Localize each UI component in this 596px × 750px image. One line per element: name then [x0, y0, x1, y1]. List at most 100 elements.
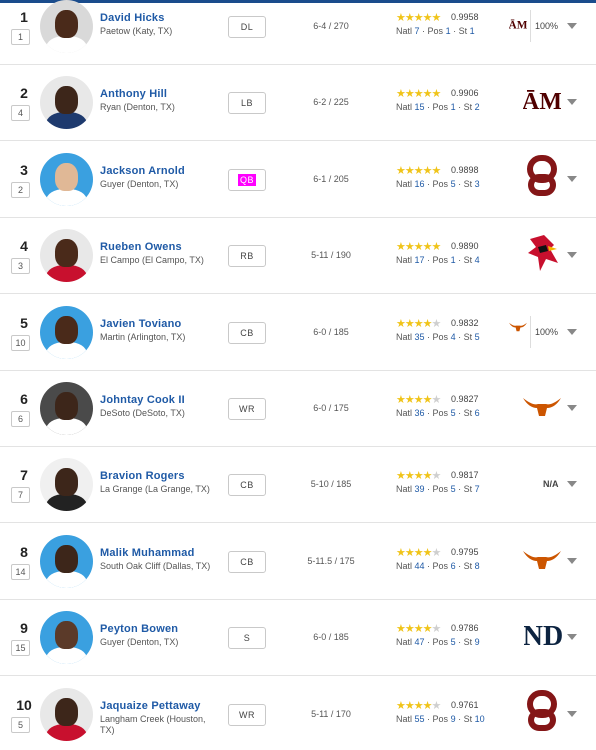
- chevron-down-icon[interactable]: [567, 176, 577, 182]
- ranking-row[interactable]: 1 1 David Hicks Paetow (Katy, TX) DL 6-4 / 27…: [0, 0, 596, 65]
- pos-rank[interactable]: 6: [451, 561, 456, 571]
- pos-rank[interactable]: 9: [451, 714, 456, 724]
- chevron-down-icon[interactable]: [567, 405, 577, 411]
- position-badge[interactable]: WR: [228, 398, 266, 420]
- state-rank[interactable]: 9: [475, 637, 480, 647]
- position-badge[interactable]: DL: [228, 16, 266, 38]
- position-badge[interactable]: CB: [228, 474, 266, 496]
- position-badge[interactable]: QB: [228, 169, 266, 191]
- ranking-row[interactable]: 7 7 Bravion Rogers La Grange (La Grange, TX…: [0, 446, 596, 523]
- state-rank[interactable]: 8: [475, 561, 480, 571]
- player-avatar[interactable]: [40, 382, 93, 435]
- pos-label: Pos: [427, 26, 444, 36]
- rank-breakdown: Natl 15 · Pos 1 · St 2: [396, 102, 480, 112]
- position-badge[interactable]: S: [228, 627, 266, 649]
- natl-rank[interactable]: 39: [415, 484, 425, 494]
- player-avatar[interactable]: [40, 611, 93, 664]
- player-name-link[interactable]: Jaquaize Pettaway: [100, 700, 201, 712]
- texas-am-logo[interactable]: ĀM: [509, 14, 528, 39]
- notre-dame-logo[interactable]: ND: [523, 617, 563, 658]
- avatar-shoulders: [46, 647, 87, 664]
- player-name-link[interactable]: David Hicks: [100, 12, 165, 24]
- ranking-row[interactable]: 9 15 Peyton Bowen Guyer (Denton, TX) S 6-0 / …: [0, 599, 596, 676]
- pos-rank[interactable]: 4: [451, 332, 456, 342]
- texas-am-logo[interactable]: ĀM: [522, 82, 562, 123]
- state-rank[interactable]: 4: [475, 255, 480, 265]
- player-avatar[interactable]: [40, 306, 93, 359]
- ranking-row[interactable]: 10 5 Jaquaize Pettaway Langham Creek (Houst…: [0, 676, 596, 750]
- ranking-row[interactable]: 3 2 Jackson Arnold Guyer (Denton, TX) QB 6-1 …: [0, 141, 596, 218]
- ranking-row[interactable]: 5 10 Javien Toviano Martin (Arlington, TX) C…: [0, 294, 596, 371]
- texas-longhorn-logo[interactable]: [509, 320, 527, 338]
- player-avatar[interactable]: [40, 0, 93, 53]
- player-name-link[interactable]: Rueben Owens: [100, 241, 182, 253]
- state-rank[interactable]: 10: [475, 714, 485, 724]
- chevron-down-icon[interactable]: [567, 634, 577, 640]
- height-weight: 6-1 / 205: [313, 174, 349, 184]
- state-rank[interactable]: 6: [475, 408, 480, 418]
- natl-rank[interactable]: 15: [415, 102, 425, 112]
- player-name-link[interactable]: Javien Toviano: [100, 318, 181, 330]
- natl-label: Natl: [396, 561, 413, 571]
- chevron-down-icon[interactable]: [567, 711, 577, 717]
- natl-rank[interactable]: 7: [415, 26, 420, 36]
- pos-rank[interactable]: 5: [451, 484, 456, 494]
- position-badge[interactable]: CB: [228, 551, 266, 573]
- pos-rank[interactable]: 5: [451, 637, 456, 647]
- louisville-logo[interactable]: [524, 233, 560, 278]
- state-rank[interactable]: 5: [475, 332, 480, 342]
- star-icon: ★: [404, 623, 415, 635]
- player-name-link[interactable]: Anthony Hill: [100, 88, 167, 100]
- natl-rank[interactable]: 55: [415, 714, 425, 724]
- player-avatar[interactable]: [40, 458, 93, 511]
- chevron-down-icon[interactable]: [567, 99, 577, 105]
- chevron-down-icon[interactable]: [567, 252, 577, 258]
- ranking-row[interactable]: 8 14 Malik Muhammad South Oak Cliff (Dallas…: [0, 523, 596, 600]
- player-name-link[interactable]: Jackson Arnold: [100, 165, 185, 177]
- natl-rank[interactable]: 36: [415, 408, 425, 418]
- oklahoma-logo[interactable]: OU: [527, 155, 557, 202]
- player-name-link[interactable]: Peyton Bowen: [100, 623, 178, 635]
- player-avatar[interactable]: [40, 229, 93, 282]
- texas-longhorn-logo[interactable]: [523, 396, 561, 423]
- oklahoma-logo-text: OU: [527, 155, 529, 156]
- position-badge[interactable]: RB: [228, 245, 266, 267]
- height-weight: 5-11 / 170: [311, 709, 351, 719]
- position-badge[interactable]: CB: [228, 322, 266, 344]
- natl-rank[interactable]: 17: [415, 255, 425, 265]
- ranking-row[interactable]: 2 4 Anthony Hill Ryan (Denton, TX) LB 6-2 / 2…: [0, 64, 596, 141]
- player-avatar[interactable]: [40, 688, 93, 741]
- natl-rank[interactable]: 47: [415, 637, 425, 647]
- star-icon: ★: [404, 700, 415, 712]
- state-rank[interactable]: 2: [475, 102, 480, 112]
- ranking-row[interactable]: 4 3 Rueben Owens El Campo (El Campo, TX) RB 5…: [0, 217, 596, 294]
- oklahoma-logo[interactable]: OU: [527, 690, 557, 737]
- player-avatar[interactable]: [40, 76, 93, 129]
- ranking-row[interactable]: 6 6 Johntay Cook II DeSoto (DeSoto, TX) WR 6-…: [0, 370, 596, 447]
- state-rank[interactable]: 3: [475, 179, 480, 189]
- natl-rank[interactable]: 16: [415, 179, 425, 189]
- player-avatar[interactable]: [40, 153, 93, 206]
- chevron-down-icon[interactable]: [567, 329, 577, 335]
- chevron-down-icon[interactable]: [567, 558, 577, 564]
- state-rank[interactable]: 7: [475, 484, 480, 494]
- pos-rank[interactable]: 5: [451, 408, 456, 418]
- star-icon: ★: [396, 700, 406, 712]
- position-badge[interactable]: WR: [228, 704, 266, 726]
- position-badge[interactable]: LB: [228, 92, 266, 114]
- player-name-link[interactable]: Johntay Cook II: [100, 394, 185, 406]
- player-avatar[interactable]: [40, 535, 93, 588]
- pos-rank[interactable]: 1: [446, 26, 451, 36]
- texas-longhorn-logo[interactable]: [523, 549, 561, 576]
- natl-rank[interactable]: 44: [415, 561, 425, 571]
- player-name-link[interactable]: Malik Muhammad: [100, 547, 195, 559]
- chevron-down-icon[interactable]: [567, 23, 577, 29]
- pos-rank[interactable]: 5: [451, 179, 456, 189]
- natl-rank[interactable]: 35: [415, 332, 425, 342]
- chevron-down-icon[interactable]: [567, 481, 577, 487]
- pos-label: Pos: [432, 484, 449, 494]
- pos-rank[interactable]: 1: [451, 102, 456, 112]
- player-name-link[interactable]: Bravion Rogers: [100, 470, 185, 482]
- pos-rank[interactable]: 1: [451, 255, 456, 265]
- state-rank[interactable]: 1: [470, 26, 475, 36]
